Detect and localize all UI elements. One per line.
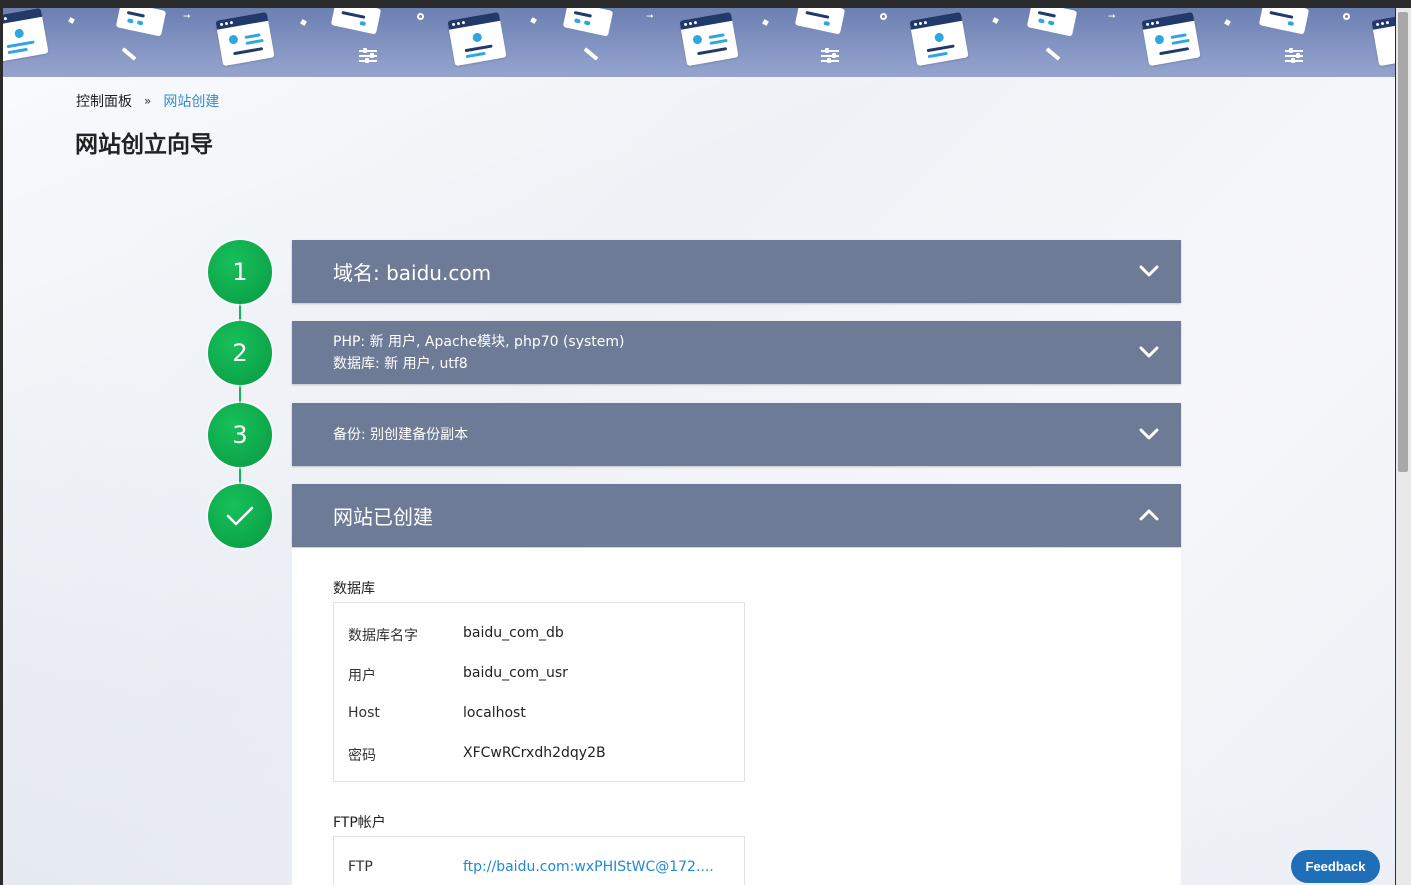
database-password-key: 密码 — [348, 748, 376, 764]
breadcrumb-separator: » — [144, 94, 152, 108]
chevron-down-icon[interactable] — [1139, 342, 1159, 362]
page-viewport: ➞ ➞ ➞ 控制面板 » 网站创建 网站创立向导 1 域名: baidu.com… — [3, 8, 1395, 885]
step-4-content: 数据库 数据库名字 baidu_com_db 用户 baidu_com_usr … — [292, 548, 1181, 885]
step-1-panel[interactable]: 域名: baidu.com — [292, 240, 1181, 303]
chevron-down-icon[interactable] — [1139, 261, 1159, 281]
chevron-down-icon[interactable] — [1139, 424, 1159, 444]
database-info-box: 数据库名字 baidu_com_db 用户 baidu_com_usr Host… — [333, 602, 745, 782]
step-2-panel[interactable]: PHP: 新 用户, Apache模块, php70 (system) 数据库:… — [292, 321, 1181, 384]
database-host-value: localhost — [463, 705, 526, 721]
ftp-link[interactable]: ftp://baidu.com:wxPHIStWC@172.... — [463, 859, 714, 875]
vertical-scrollbar[interactable] — [1396, 8, 1411, 885]
database-user-row: 用户 baidu_com_usr — [348, 665, 568, 685]
step-1-badge: 1 — [208, 240, 272, 304]
chevron-up-icon[interactable] — [1139, 505, 1159, 525]
step-4-title: 网站已创建 — [333, 505, 433, 529]
step-2-badge: 2 — [208, 321, 272, 385]
database-user-key: 用户 — [348, 668, 376, 684]
header-banner: ➞ ➞ ➞ — [3, 8, 1395, 77]
database-user-value: baidu_com_usr — [463, 665, 568, 681]
step-3-badge: 3 — [208, 403, 272, 467]
feedback-button[interactable]: Feedback — [1291, 850, 1380, 883]
step-1-title: 域名: baidu.com — [333, 261, 492, 285]
step-3-title: 备份: 别创建备份副本 — [333, 426, 469, 443]
step-2-summary: PHP: 新 用户, Apache模块, php70 (system) 数据库:… — [333, 331, 625, 375]
breadcrumb: 控制面板 » 网站创建 — [76, 91, 219, 111]
step-3-panel[interactable]: 备份: 别创建备份副本 — [292, 403, 1181, 466]
step-2-database-line: 数据库: 新 用户, utf8 — [333, 355, 468, 372]
step-4-panel[interactable]: 网站已创建 — [292, 484, 1181, 547]
database-name-key: 数据库名字 — [348, 628, 418, 644]
step-2-php-line: PHP: 新 用户, Apache模块, php70 (system) — [333, 333, 625, 350]
database-host-key: Host — [348, 705, 380, 721]
database-section-label: 数据库 — [333, 581, 375, 597]
step-3-number: 3 — [232, 421, 248, 449]
breadcrumb-current-link[interactable]: 网站创建 — [163, 91, 219, 111]
ftp-key: FTP — [348, 859, 373, 875]
database-password-value: XFCwRCrxdh2dqy2B — [463, 745, 606, 761]
database-name-row: 数据库名字 baidu_com_db — [348, 625, 564, 645]
database-password-row: 密码 XFCwRCrxdh2dqy2B — [348, 745, 606, 765]
database-host-row: Host localhost — [348, 705, 526, 721]
ftp-section-label: FTP帐户 — [333, 815, 386, 831]
step-4-badge — [208, 484, 272, 548]
step-2-number: 2 — [232, 339, 248, 367]
database-name-value: baidu_com_db — [463, 625, 564, 641]
breadcrumb-home-link[interactable]: 控制面板 — [76, 91, 132, 111]
step-1-number: 1 — [232, 258, 248, 286]
scrollbar-thumb[interactable] — [1398, 12, 1408, 472]
checkmark-icon — [226, 506, 254, 526]
step-connector — [239, 385, 241, 405]
ftp-row: FTP ftp://baidu.com:wxPHIStWC@172.... — [348, 859, 714, 875]
ftp-info-box: FTP ftp://baidu.com:wxPHIStWC@172.... — [333, 836, 745, 885]
page-title: 网站创立向导 — [75, 132, 213, 158]
